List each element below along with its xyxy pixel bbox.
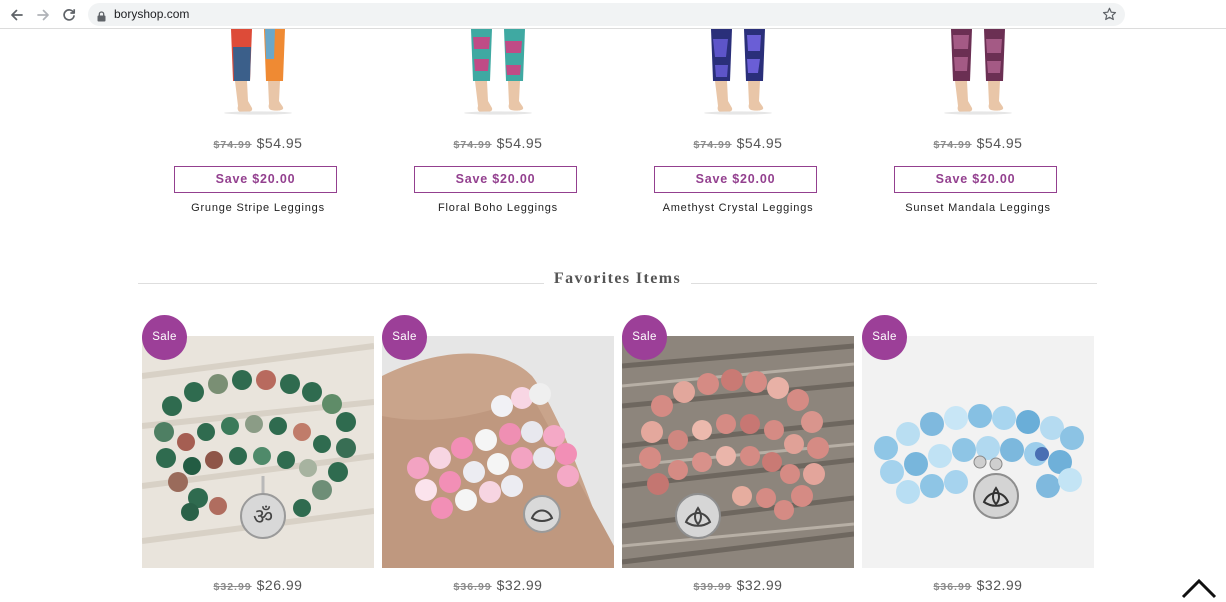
product-name[interactable]: Amethyst Crystal Leggings xyxy=(618,202,858,214)
old-price: $36.99 xyxy=(933,581,972,593)
old-price: $32.99 xyxy=(213,581,252,593)
sale-price: $32.99 xyxy=(976,577,1023,593)
old-price: $74.99 xyxy=(213,139,252,151)
old-price: $39.99 xyxy=(693,581,732,593)
sale-price: $54.95 xyxy=(496,135,543,151)
sale-badge: Sale xyxy=(862,315,907,360)
price: $36.99 $32.99 xyxy=(382,577,614,595)
save-amount-button[interactable]: Save $20.00 xyxy=(894,166,1057,193)
product-image[interactable] xyxy=(938,29,1018,115)
product-name[interactable]: Grunge Stripe Leggings xyxy=(138,202,378,214)
product-card[interactable]: $74.99 $54.95 Save $20.00 Sunset Mandala … xyxy=(858,29,1098,229)
sale-badge: Sale xyxy=(142,315,187,360)
save-amount-button[interactable]: Save $20.00 xyxy=(174,166,337,193)
back-icon[interactable] xyxy=(7,5,27,25)
svg-text:ॐ: ॐ xyxy=(253,505,273,530)
browser-toolbar: boryshop.com xyxy=(0,0,1226,29)
product-image[interactable] xyxy=(382,336,614,568)
product-image[interactable] xyxy=(622,336,854,568)
product-card[interactable]: $74.99 $54.95 Save $20.00 Amethyst Crysta… xyxy=(618,29,858,229)
old-price: $74.99 xyxy=(453,139,492,151)
chevron-up-icon[interactable] xyxy=(1180,576,1218,600)
product-card[interactable]: Sale $36.99 $32.99 xyxy=(382,315,614,602)
product-card[interactable]: $74.99 $54.95 Save $20.00 Grunge Stripe L… xyxy=(138,29,378,229)
product-name[interactable]: Floral Boho Leggings xyxy=(378,202,618,214)
save-amount-button[interactable]: Save $20.00 xyxy=(414,166,577,193)
price: $74.99 $54.95 xyxy=(858,135,1098,153)
price: $74.99 $54.95 xyxy=(138,135,378,153)
sale-price: $32.99 xyxy=(496,577,543,593)
section-title: Favorites Items xyxy=(553,270,682,287)
sale-price: $54.95 xyxy=(976,135,1023,151)
product-card[interactable]: ॐ Sale $32.99 $26.99 xyxy=(142,315,374,602)
forward-icon[interactable] xyxy=(33,5,53,25)
reload-icon[interactable] xyxy=(59,5,79,25)
sale-price: $32.99 xyxy=(736,577,783,593)
product-card[interactable]: Sale $36.99 $32.99 xyxy=(862,315,1094,602)
product-image[interactable] xyxy=(458,29,538,115)
price: $32.99 $26.99 xyxy=(142,577,374,595)
product-card[interactable]: Sale $39.99 $32.99 xyxy=(622,315,854,602)
save-amount-button[interactable]: Save $20.00 xyxy=(654,166,817,193)
product-image[interactable] xyxy=(218,29,298,115)
product-image[interactable] xyxy=(862,336,1094,568)
address-bar[interactable]: boryshop.com xyxy=(88,3,1125,26)
price: $74.99 $54.95 xyxy=(618,135,858,153)
old-price: $74.99 xyxy=(693,139,732,151)
favorites-heading: Favorites Items xyxy=(138,270,1097,292)
sale-price: $54.95 xyxy=(736,135,783,151)
old-price: $36.99 xyxy=(453,581,492,593)
product-image[interactable]: ॐ xyxy=(142,336,374,568)
price: $39.99 $32.99 xyxy=(622,577,854,595)
price: $74.99 $54.95 xyxy=(378,135,618,153)
lock-icon xyxy=(97,9,106,27)
product-row-leggings: $74.99 $54.95 Save $20.00 Grunge Stripe L… xyxy=(0,29,1226,229)
product-image[interactable] xyxy=(698,29,778,115)
product-card[interactable]: $74.99 $54.95 Save $20.00 Floral Boho Leg… xyxy=(378,29,618,229)
star-icon[interactable] xyxy=(1102,7,1117,27)
sale-price: $26.99 xyxy=(256,577,303,593)
old-price: $74.99 xyxy=(933,139,972,151)
url-text: boryshop.com xyxy=(114,7,190,21)
product-name[interactable]: Sunset Mandala Leggings xyxy=(858,202,1098,214)
price: $36.99 $32.99 xyxy=(862,577,1094,595)
sale-badge: Sale xyxy=(382,315,427,360)
sale-badge: Sale xyxy=(622,315,667,360)
sale-price: $54.95 xyxy=(256,135,303,151)
